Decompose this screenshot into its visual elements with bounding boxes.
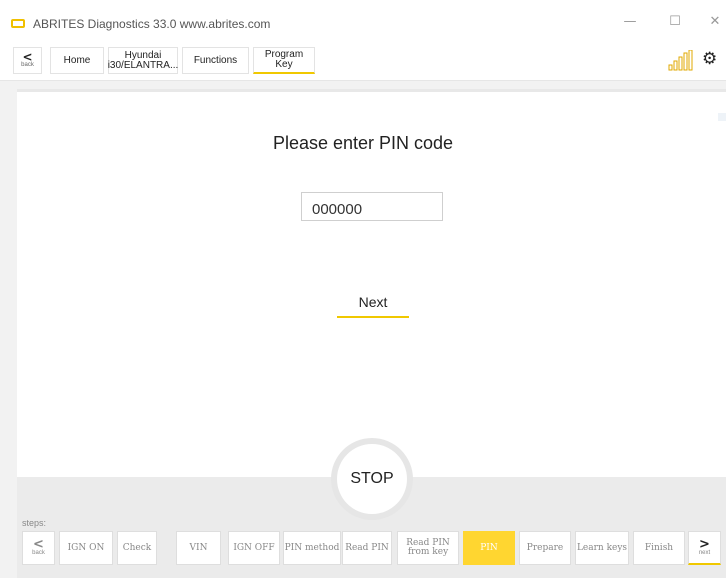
window-title: ABRITES Diagnostics 33.0 www.abrites.com bbox=[33, 17, 271, 31]
functions-button[interactable]: Functions bbox=[182, 47, 249, 74]
program-key-label-line2: Key bbox=[275, 59, 293, 70]
step-pin-method[interactable]: PIN method bbox=[283, 531, 341, 565]
steps-back-button[interactable]: < back bbox=[22, 531, 55, 565]
chevron-right-icon: > bbox=[699, 536, 710, 552]
back-button[interactable]: < back bbox=[13, 47, 42, 74]
functions-label: Functions bbox=[193, 54, 238, 66]
program-key-button[interactable]: Program Key bbox=[253, 47, 315, 74]
step-pin[interactable]: PIN bbox=[463, 531, 515, 565]
next-button[interactable]: Next bbox=[337, 290, 409, 318]
step-check[interactable]: Check bbox=[117, 531, 157, 565]
step-finish[interactable]: Finish bbox=[633, 531, 685, 565]
pin-code-input[interactable] bbox=[301, 192, 443, 221]
minimize-button[interactable]: — bbox=[620, 14, 640, 29]
steps-next-label: next bbox=[698, 549, 711, 556]
steps-next-button[interactable]: > next bbox=[688, 531, 721, 565]
step-learn-keys[interactable]: Learn keys bbox=[575, 531, 629, 565]
signal-strength-icon bbox=[668, 50, 693, 71]
home-button[interactable]: Home bbox=[50, 47, 104, 74]
steps-label: steps: bbox=[22, 518, 47, 528]
steps-back-label: back bbox=[32, 550, 45, 556]
gear-icon[interactable]: ⚙ bbox=[702, 49, 717, 69]
app-logo-icon bbox=[11, 19, 25, 28]
step-prepare[interactable]: Prepare bbox=[519, 531, 571, 565]
home-label: Home bbox=[63, 54, 91, 66]
scroll-indicator bbox=[718, 113, 726, 121]
step-read-pin-from-key-line2: from key bbox=[407, 547, 449, 557]
chevron-left-icon: < bbox=[22, 50, 33, 64]
step-read-pin[interactable]: Read PIN bbox=[342, 531, 392, 565]
title-bar: ABRITES Diagnostics 33.0 www.abrites.com… bbox=[0, 0, 726, 40]
close-button[interactable]: ✕ bbox=[705, 14, 725, 29]
step-ign-on[interactable]: IGN ON bbox=[59, 531, 113, 565]
back-label: back bbox=[21, 62, 34, 68]
vehicle-button[interactable]: Hyundai i30/ELANTRA... bbox=[108, 47, 178, 74]
step-ign-off[interactable]: IGN OFF bbox=[228, 531, 280, 565]
vehicle-model-label: i30/ELANTRA... bbox=[107, 59, 179, 71]
page-title: Please enter PIN code bbox=[272, 133, 454, 153]
stop-button[interactable]: STOP bbox=[337, 444, 407, 514]
vehicle-make-label: Hyundai bbox=[124, 49, 162, 61]
step-read-pin-from-key[interactable]: Read PIN from key bbox=[397, 531, 459, 565]
chevron-left-icon: < bbox=[33, 537, 44, 552]
maximize-button[interactable]: ☐ bbox=[665, 14, 685, 29]
step-vin[interactable]: VIN bbox=[176, 531, 221, 565]
toolbar: < back Home Hyundai i30/ELANTRA... Funct… bbox=[0, 40, 726, 81]
